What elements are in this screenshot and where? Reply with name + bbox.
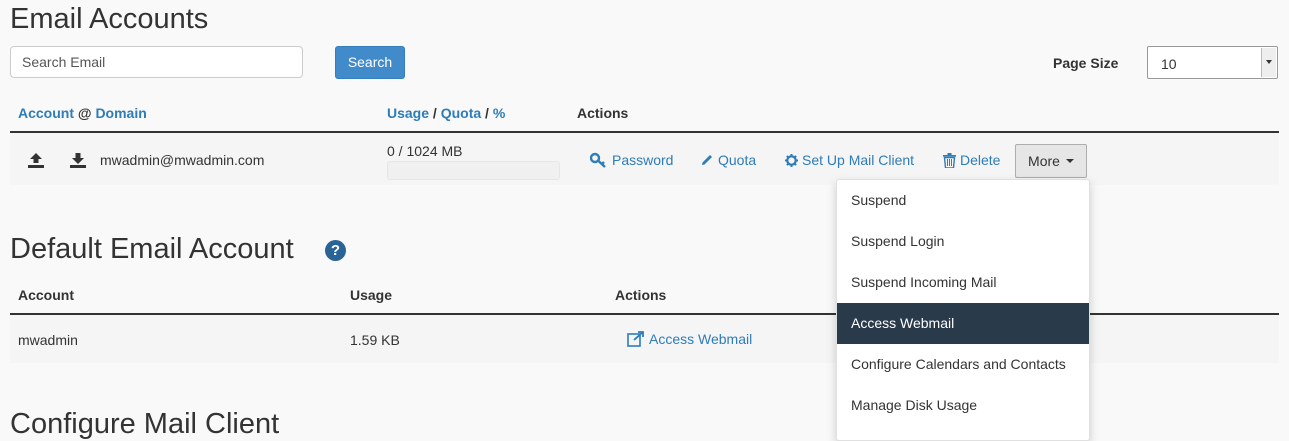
slash-separator: / <box>432 105 437 121</box>
external-link-icon <box>627 331 645 347</box>
upload-icon[interactable] <box>27 151 45 172</box>
more-dropdown-button[interactable]: More <box>1015 144 1087 178</box>
quota-action[interactable]: Quota <box>700 152 756 168</box>
slash-separator: / <box>485 105 489 121</box>
menu-item-suspend-login[interactable]: Suspend Login <box>837 221 1089 262</box>
pencil-icon <box>700 153 714 167</box>
gear-icon <box>785 153 798 167</box>
more-label: More <box>1028 153 1060 169</box>
account-email: mwadmin@mwadmin.com <box>100 152 265 168</box>
accounts-table-header-actions: Actions <box>577 105 629 121</box>
menu-item-suspend[interactable]: Suspend <box>837 180 1089 221</box>
page-title: Email Accounts <box>10 3 209 35</box>
accounts-table-header-usage: Usage / Quota / % <box>387 105 505 121</box>
sort-usage-link[interactable]: Usage <box>387 105 429 121</box>
sort-account-link[interactable]: Account <box>18 105 74 121</box>
page-size-value: 10 <box>1161 56 1177 72</box>
page-size-select[interactable]: 10 <box>1147 46 1278 79</box>
usage-text: 0 / 1024 MB <box>387 143 463 159</box>
download-icon[interactable] <box>69 151 87 172</box>
sort-domain-link[interactable]: Domain <box>95 105 146 121</box>
default-account-title: Default Email Account <box>10 233 294 265</box>
access-webmail-label: Access Webmail <box>649 331 753 347</box>
default-account-name: mwadmin <box>18 332 78 348</box>
key-icon <box>590 152 608 168</box>
caret-down-icon <box>1065 159 1074 163</box>
usage-progress-bar <box>387 161 560 180</box>
more-dropdown-menu: Suspend Suspend Login Suspend Incoming Mai… <box>836 179 1090 441</box>
menu-item-manage-disk-usage[interactable]: Manage Disk Usage <box>837 385 1089 426</box>
password-label: Password <box>612 152 674 168</box>
help-icon[interactable]: ? <box>325 240 346 261</box>
menu-item-access-webmail[interactable]: Access Webmail <box>837 303 1089 344</box>
accounts-table-header-account: Account @ Domain <box>18 105 147 121</box>
chevron-down-icon <box>1261 48 1276 77</box>
search-button[interactable]: Search <box>335 46 405 79</box>
menu-item-suspend-incoming-mail[interactable]: Suspend Incoming Mail <box>837 262 1089 303</box>
next-section-title: Configure Mail Client <box>10 408 280 440</box>
default-header-account: Account <box>18 287 74 303</box>
at-separator: @ <box>77 105 92 121</box>
default-account-usage: 1.59 KB <box>350 332 400 348</box>
sort-percent-link[interactable]: % <box>493 105 505 121</box>
default-header-actions: Actions <box>615 287 667 303</box>
menu-item-configure-calendars-and-contacts[interactable]: Configure Calendars and Contacts <box>837 344 1089 385</box>
page-size-label: Page Size <box>1053 55 1119 71</box>
mail-client-action[interactable]: Set Up Mail Client <box>785 152 914 168</box>
quota-label: Quota <box>718 152 757 168</box>
trash-icon <box>943 152 956 168</box>
delete-label: Delete <box>960 152 1001 168</box>
access-webmail-link[interactable]: Access Webmail <box>627 331 752 347</box>
default-header-usage: Usage <box>350 287 393 303</box>
sort-quota-link[interactable]: Quota <box>441 105 481 121</box>
search-input[interactable] <box>10 46 303 78</box>
password-action[interactable]: Password <box>590 152 673 168</box>
mail-client-label: Set Up Mail Client <box>802 152 915 168</box>
delete-action[interactable]: Delete <box>943 152 1000 168</box>
